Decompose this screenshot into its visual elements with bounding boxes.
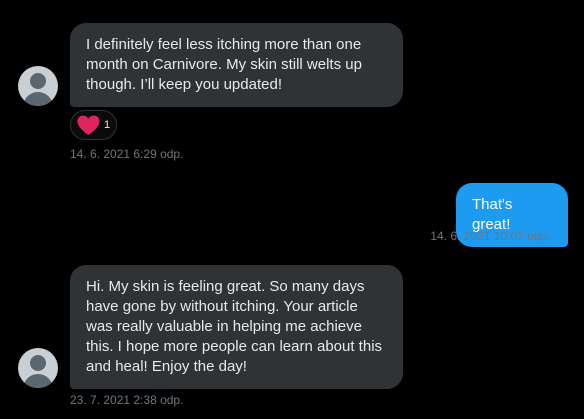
reaction-count: 1 xyxy=(104,119,111,131)
reaction-badge[interactable]: 1 xyxy=(70,110,118,140)
avatar[interactable] xyxy=(18,66,58,106)
checkmark-icon: ✓ xyxy=(555,229,568,246)
message-text: I definitely feel less itching more than… xyxy=(86,36,362,93)
avatar-head-shape xyxy=(30,73,46,89)
avatar[interactable] xyxy=(18,348,58,388)
incoming-message-bubble[interactable]: I definitely feel less itching more than… xyxy=(70,23,403,107)
message-thread: I definitely feel less itching more than… xyxy=(0,0,584,419)
message-timestamp: 23. 7. 2021 2:38 odp. xyxy=(70,393,184,407)
avatar-body-shape xyxy=(23,92,53,106)
message-status-row: 14. 6. 2021 10:07 odp. ✓ xyxy=(430,228,568,246)
message-text: Hi. My skin is feeling great. So many da… xyxy=(86,278,383,375)
message-timestamp: 14. 6. 2021 6:29 odp. xyxy=(70,147,184,161)
message-timestamp: 14. 6. 2021 10:07 odp. xyxy=(430,229,551,243)
incoming-message-bubble[interactable]: Hi. My skin is feeling great. So many da… xyxy=(70,265,403,389)
heart-icon xyxy=(76,114,101,136)
avatar-body-shape xyxy=(23,374,53,388)
avatar-head-shape xyxy=(30,355,46,371)
